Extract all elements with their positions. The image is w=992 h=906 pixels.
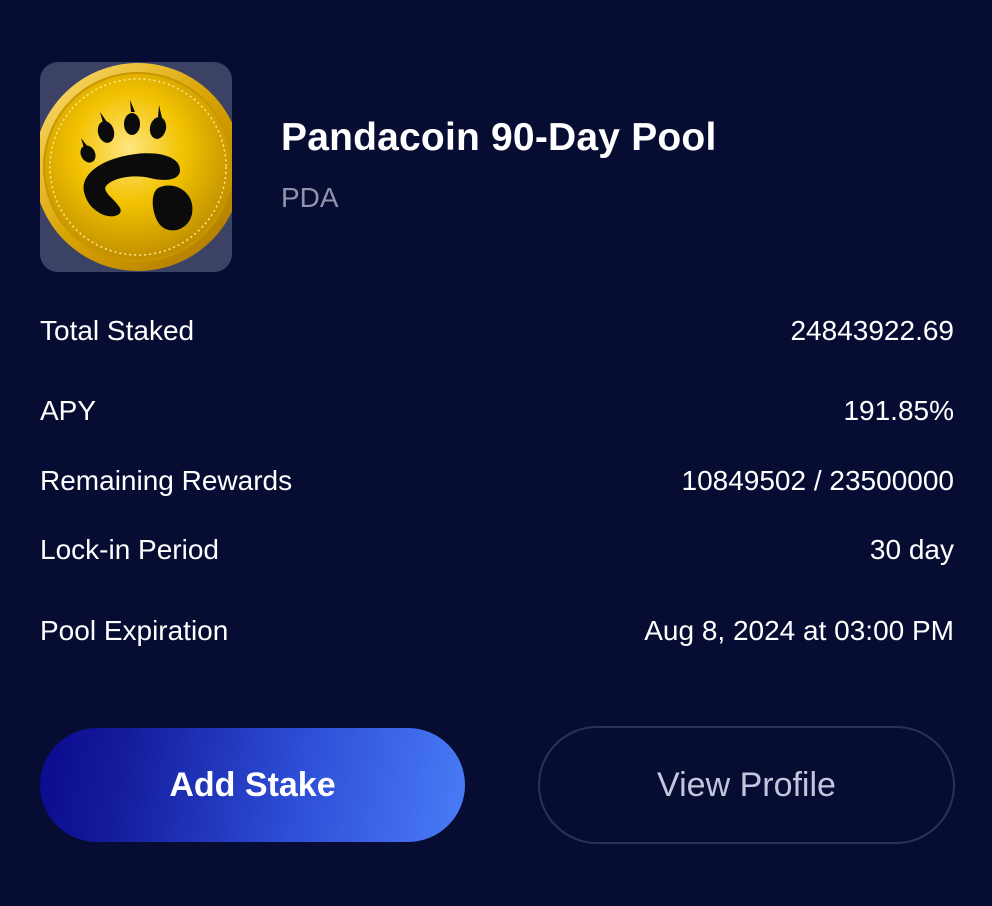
- stat-label: Remaining Rewards: [40, 465, 293, 496]
- paw-coin-icon: [40, 63, 232, 271]
- pool-token-symbol: PDA: [281, 182, 339, 213]
- stat-value: 30 day: [869, 534, 954, 565]
- staking-pool-card: Pandacoin 90-Day Pool PDA Total Staked 2…: [0, 0, 992, 906]
- stat-label: APY: [40, 395, 97, 426]
- stat-value: Aug 8, 2024 at 03:00 PM: [644, 615, 954, 646]
- stat-row-remaining-rewards: Remaining Rewards 10849502 / 23500000: [40, 461, 954, 501]
- stat-value: 10849502 / 23500000: [681, 465, 955, 496]
- stat-label: Total Staked: [40, 315, 195, 346]
- stat-row-lock-in-period: Lock-in Period 30 day: [40, 530, 954, 570]
- stat-label: Lock-in Period: [40, 534, 219, 565]
- pool-title: Pandacoin 90-Day Pool: [281, 116, 717, 159]
- stat-row-pool-expiration: Pool Expiration Aug 8, 2024 at 03:00 PM: [40, 611, 954, 651]
- stat-value: 24843922.69: [790, 315, 954, 346]
- stat-row-total-staked: Total Staked 24843922.69: [40, 311, 954, 351]
- pool-logo: [40, 62, 232, 272]
- stat-row-apy: APY 191.85%: [40, 391, 954, 431]
- stat-value: 191.85%: [843, 395, 954, 426]
- view-profile-button[interactable]: View Profile: [538, 726, 955, 844]
- add-stake-button[interactable]: Add Stake: [40, 728, 465, 842]
- stat-label: Pool Expiration: [40, 615, 229, 646]
